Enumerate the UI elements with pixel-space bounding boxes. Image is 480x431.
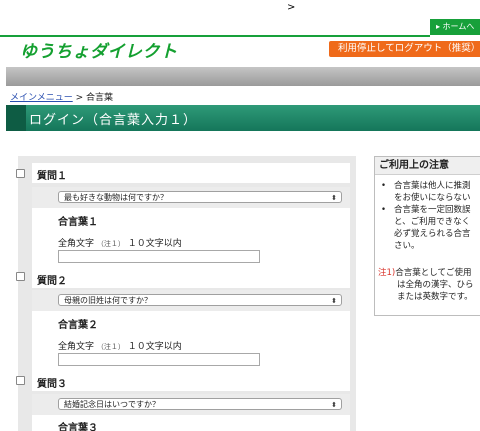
- breadcrumb-current: 合言葉: [86, 93, 114, 103]
- breadcrumb: メインメニュー > 合言葉: [10, 90, 113, 103]
- home-link[interactable]: ▸ ホームへ: [430, 19, 480, 35]
- question-2-selected: 母親の旧姓は何ですか？: [64, 296, 152, 305]
- notice-footnote: 注1)合言葉としてご使用 は全角の漢字、ひら または英数字です。: [378, 268, 474, 302]
- brand-bar: [0, 19, 480, 38]
- question-3-header: 質問３: [32, 371, 350, 391]
- passphrase-1-hint: 全角文字 （注１） １０文字以内: [58, 239, 182, 249]
- select-arrows-icon: ⬍: [331, 297, 337, 305]
- question-2-select[interactable]: 母親の旧姓は何ですか？ ⬍: [58, 294, 342, 306]
- breadcrumb-main-menu-link[interactable]: メインメニュー: [10, 93, 73, 103]
- page-title: ログイン（合言葉入力１）: [29, 113, 198, 128]
- passphrase-1-block: 合言葉１ 全角文字 （注１） １０文字以内: [32, 208, 350, 268]
- passphrase-3-block: 合言葉３: [32, 415, 350, 431]
- select-arrows-icon: ⬍: [331, 194, 337, 202]
- footnote-marker: 注1): [378, 268, 396, 278]
- passphrase-1-title: 合言葉１: [58, 217, 98, 228]
- question-2-header: 質問２: [32, 268, 350, 288]
- passphrase-3-title: 合言葉３: [58, 423, 98, 431]
- select-arrows-icon: ⬍: [331, 401, 337, 409]
- yucho-direct-logo: ゆうちょダイレクト: [20, 42, 178, 62]
- notice-list: • 合言葉は他人に推測 をお使いにならない • 合言葉を一定回数誤 と、ご利用で…: [375, 180, 480, 252]
- header: ゆうちょダイレクト 利用停止してログアウト（推奨）: [0, 37, 480, 67]
- top-marker: >: [287, 2, 296, 13]
- nav-bar: [6, 67, 480, 86]
- page-title-bar: ログイン（合言葉入力１）: [6, 105, 480, 131]
- question-3-label: 質問３: [37, 379, 67, 390]
- breadcrumb-separator: >: [75, 93, 84, 103]
- passphrase-2-block: 合言葉２ 全角文字 （注１） １０文字以内: [32, 311, 350, 371]
- question-1-checkbox[interactable]: [16, 169, 25, 178]
- question-1-select-row: 最も好きな動物は何ですか？ ⬍: [32, 187, 350, 208]
- logout-button[interactable]: 利用停止してログアウト（推奨）: [329, 41, 480, 57]
- notice-item: • 合言葉は他人に推測 をお使いにならない: [381, 181, 471, 203]
- passphrase-1-input[interactable]: [58, 250, 260, 263]
- question-1-header: 質問１: [32, 163, 350, 183]
- notice-title: ご利用上の注意: [375, 157, 480, 175]
- notice-item: • 合言葉を一定回数誤 と、ご利用できなく 必ず覚えられる合言 さい。: [381, 205, 471, 251]
- passphrase-2-title: 合言葉２: [58, 320, 98, 331]
- question-3-checkbox[interactable]: [16, 376, 25, 385]
- question-3-selected: 結婚記念日はいつですか？: [64, 400, 160, 409]
- question-1-select[interactable]: 最も好きな動物は何ですか？ ⬍: [58, 191, 342, 203]
- question-2-checkbox[interactable]: [16, 272, 25, 281]
- passphrase-2-input[interactable]: [58, 353, 260, 366]
- usage-notice: ご利用上の注意 • 合言葉は他人に推測 をお使いにならない • 合言葉を一定回数…: [374, 156, 480, 316]
- question-3-select-row: 結婚記念日はいつですか？ ⬍: [32, 394, 350, 415]
- passphrase-2-hint: 全角文字 （注１） １０文字以内: [58, 342, 182, 352]
- question-2-select-row: 母親の旧姓は何ですか？ ⬍: [32, 290, 350, 311]
- question-2-label: 質問２: [37, 276, 67, 287]
- question-1-selected: 最も好きな動物は何ですか？: [64, 193, 168, 202]
- top-strip: >: [0, 0, 480, 19]
- question-3-select[interactable]: 結婚記念日はいつですか？ ⬍: [58, 398, 342, 410]
- question-1-label: 質問１: [37, 171, 67, 182]
